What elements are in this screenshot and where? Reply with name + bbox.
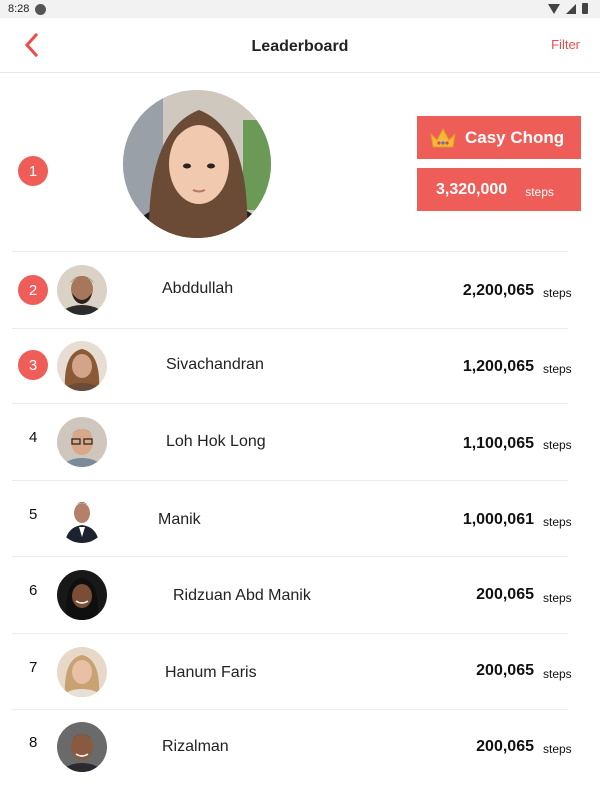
player-steps: 200,065	[476, 586, 534, 603]
avatar	[57, 493, 107, 543]
steps-unit: steps	[543, 286, 572, 300]
status-icons	[548, 3, 588, 14]
leaderboard-row[interactable]: 3 Sivachandran 1,200,065 steps	[0, 328, 600, 404]
winner-section: 1 Casy Chong 3,320,000 steps	[0, 74, 600, 252]
divider	[12, 403, 568, 404]
divider	[12, 709, 568, 710]
leaderboard-row[interactable]: 2 Abddullah 2,200,065 steps	[0, 251, 600, 327]
player-steps: 1,000,061	[462, 511, 534, 528]
divider	[12, 480, 568, 481]
player-name: Manik	[158, 511, 201, 528]
steps-unit: steps	[525, 184, 554, 199]
rank-number: 5	[29, 506, 38, 523]
divider	[12, 328, 568, 329]
player-steps: 1,200,065	[462, 358, 534, 375]
player-steps: 200,065	[476, 738, 534, 755]
divider	[12, 633, 568, 634]
rank-number: 6	[29, 582, 38, 599]
steps-unit: steps	[543, 362, 572, 376]
avatar	[57, 722, 107, 772]
leaderboard-row[interactable]: 5 Manik 1,000,061 steps	[0, 480, 600, 556]
avatar	[57, 647, 107, 697]
avatar	[57, 417, 107, 467]
signal-icon	[566, 3, 576, 14]
page-title: Leaderboard	[251, 38, 349, 55]
leaderboard-row[interactable]: 4 Loh Hok Long 1,100,065 steps	[0, 403, 600, 479]
player-name: Ridzuan Abd Manik	[173, 587, 311, 604]
leaderboard-row[interactable]: 8 Rizalman 200,065 steps	[0, 709, 600, 785]
steps-unit: steps	[543, 742, 572, 756]
filter-button[interactable]: Filter	[551, 37, 580, 52]
rank-number: 7	[29, 659, 38, 676]
steps-unit: steps	[543, 438, 572, 452]
notification-icon	[35, 3, 47, 15]
winner-steps: 3,320,000	[436, 180, 508, 198]
avatar	[57, 265, 107, 315]
rank-badge: 2	[18, 275, 48, 305]
divider	[12, 251, 568, 252]
winner-name-card: Casy Chong	[417, 116, 581, 159]
winner-steps-card: 3,320,000 steps	[417, 168, 581, 211]
leaderboard-row[interactable]: 7 Hanum Faris 200,065 steps	[0, 633, 600, 709]
player-steps: 2,200,065	[462, 282, 534, 299]
steps-unit: steps	[543, 591, 572, 605]
steps-unit: steps	[543, 515, 572, 529]
wifi-icon	[548, 3, 560, 14]
rank-number: 8	[29, 734, 38, 751]
rank-badge: 3	[18, 350, 48, 380]
crown-icon	[430, 127, 456, 147]
battery-icon	[582, 3, 588, 14]
rank-badge: 1	[18, 156, 48, 186]
player-name: Sivachandran	[166, 356, 264, 373]
player-steps: 1,100,065	[462, 435, 534, 452]
player-name: Abddullah	[162, 280, 234, 297]
player-name: Rizalman	[162, 738, 229, 755]
rank-number: 4	[29, 429, 38, 446]
status-bar: 8:28	[0, 0, 600, 18]
player-name: Loh Hok Long	[166, 433, 266, 450]
avatar	[57, 341, 107, 391]
player-steps: 200,065	[476, 662, 534, 679]
winner-name: Casy Chong	[465, 127, 565, 147]
steps-unit: steps	[543, 667, 572, 681]
avatar	[57, 570, 107, 620]
leaderboard-row[interactable]: 6 Ridzuan Abd Manik 200,065 steps	[0, 556, 600, 632]
player-name: Hanum Faris	[165, 664, 257, 681]
winner-avatar[interactable]	[123, 90, 271, 238]
status-time: 8:28	[8, 3, 30, 15]
app-bar: Leaderboard Filter	[0, 18, 600, 73]
divider	[12, 556, 568, 557]
